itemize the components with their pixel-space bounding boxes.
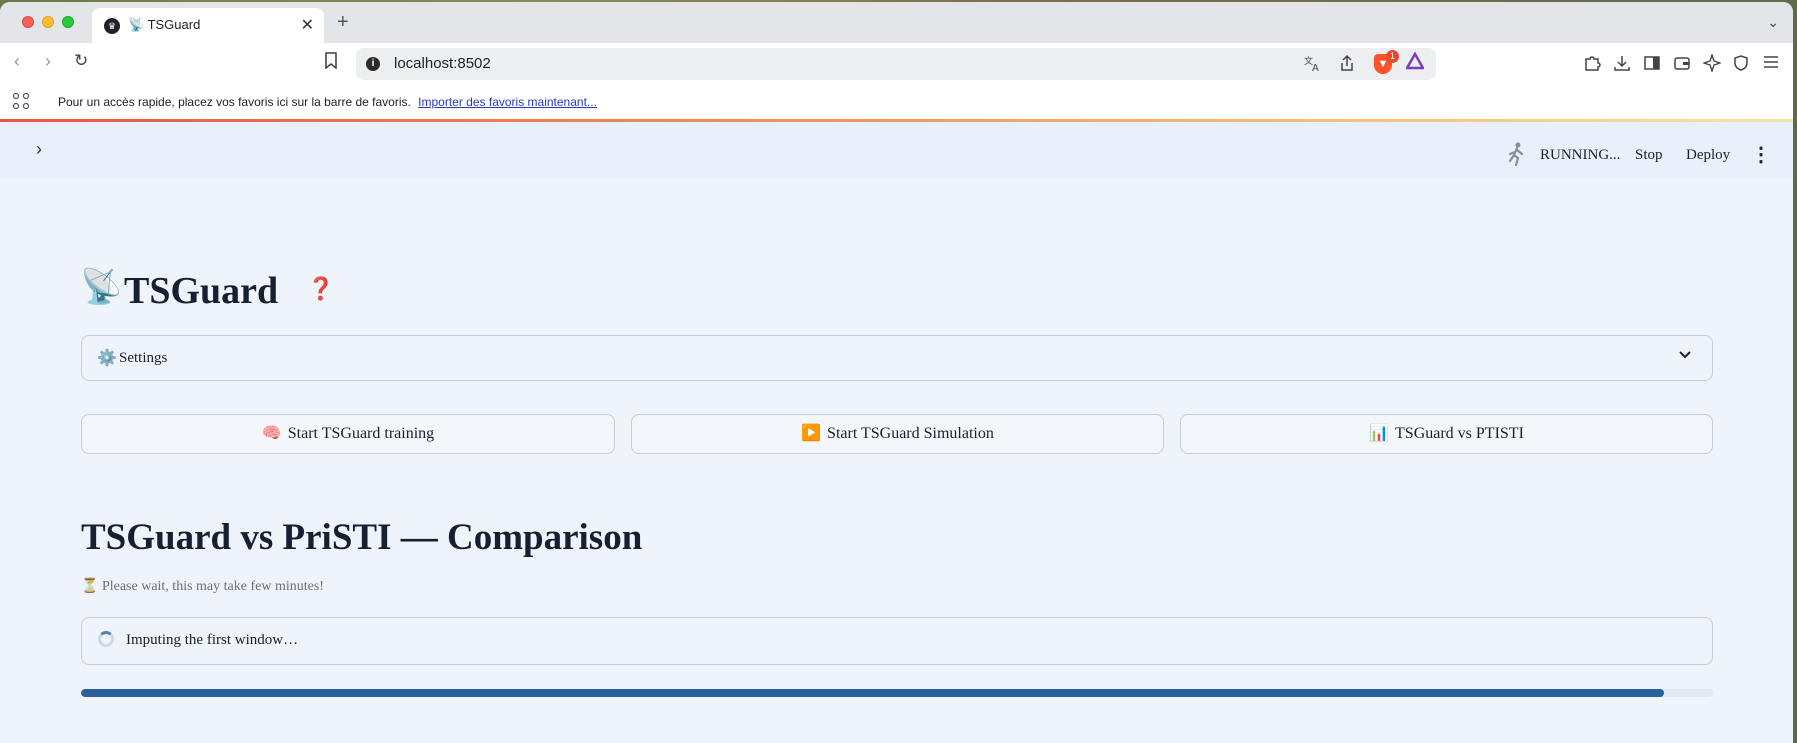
bookmarks-message: Pour un accès rapide, placez vos favoris… xyxy=(58,95,597,109)
svg-text:A: A xyxy=(1312,63,1319,72)
start-simulation-label: Start TSGuard Simulation xyxy=(827,425,994,442)
new-tab-button[interactable]: + xyxy=(337,11,349,34)
running-man-icon xyxy=(1506,142,1526,172)
brave-rewards-icon[interactable] xyxy=(1404,51,1426,75)
hamburger-icon[interactable] xyxy=(1762,54,1780,75)
brain-icon: 🧠 xyxy=(261,425,282,442)
sparkle-icon[interactable] xyxy=(1701,52,1723,77)
section-title: TSGuard vs PriSTI — Comparison xyxy=(81,517,643,558)
app-menu-icon[interactable]: ⋮ xyxy=(1751,142,1771,167)
settings-label: Settings xyxy=(119,350,168,366)
translate-icon[interactable]: 文A xyxy=(1304,54,1322,76)
deploy-button[interactable]: Deploy xyxy=(1686,147,1730,164)
browser-window: ♛ 📡 TSGuard ✕ + ⌄ ‹ › ↻ i localhost:8502… xyxy=(0,2,1793,743)
site-info-icon[interactable]: i xyxy=(366,57,380,71)
start-training-button[interactable]: 🧠 Start TSGuard training xyxy=(81,414,615,454)
tab-tsguard[interactable]: ♛ 📡 TSGuard ✕ xyxy=(92,8,324,43)
apps-grid-icon[interactable] xyxy=(12,92,30,115)
import-bookmarks-link[interactable]: Importer des favoris maintenant... xyxy=(418,95,597,109)
browser-toolbar: ‹ › ↻ i localhost:8502 文A ▼ 1 xyxy=(0,43,1793,86)
wait-message: ⏳ Please wait, this may take few minutes… xyxy=(81,578,324,595)
gear-icon: ⚙️ xyxy=(97,350,117,367)
bar-chart-icon: 📊 xyxy=(1369,425,1390,442)
bookmarks-bar: Pour un accès rapide, placez vos favoris… xyxy=(0,86,1793,119)
bookmarks-hint: Pour un accès rapide, placez vos favoris… xyxy=(58,95,411,109)
app-header: › RUNNING... Stop Deploy ⋮ xyxy=(0,122,1793,179)
satellite-icon: 📡 xyxy=(80,268,123,306)
help-icon[interactable]: ❓ xyxy=(307,276,334,302)
progress-bar-fill xyxy=(81,689,1665,697)
play-icon: ▶️ xyxy=(801,425,822,442)
hourglass-icon: ⏳ xyxy=(81,579,99,594)
page-title: TSGuard xyxy=(124,270,279,312)
vpn-icon[interactable] xyxy=(1732,54,1750,77)
share-icon[interactable] xyxy=(1339,54,1355,76)
tab-title: 📡 TSGuard xyxy=(128,17,201,32)
address-bar[interactable]: i localhost:8502 文A ▼ 1 xyxy=(356,48,1436,80)
wait-message-text: Please wait, this may take few minutes! xyxy=(101,579,324,594)
comparison-button[interactable]: 📊 TSGuard vs PTISTI xyxy=(1180,414,1713,454)
stop-button[interactable]: Stop xyxy=(1635,147,1663,164)
url-text[interactable]: localhost:8502 xyxy=(394,55,491,72)
bookmark-icon[interactable] xyxy=(324,52,338,74)
download-icon[interactable] xyxy=(1613,54,1631,77)
sidebar-icon[interactable] xyxy=(1643,54,1661,77)
sidebar-expand-icon[interactable]: › xyxy=(36,139,42,160)
close-window-button[interactable] xyxy=(22,16,34,28)
maximize-window-button[interactable] xyxy=(62,16,74,28)
streamlit-app: › RUNNING... Stop Deploy ⋮ 📡 TSGuard ❓ ⚙… xyxy=(0,122,1793,743)
status-box: Imputing the first window… xyxy=(81,617,1713,665)
forward-button[interactable]: › xyxy=(45,51,51,72)
progress-bar xyxy=(81,689,1713,697)
settings-expander[interactable]: ⚙️ Settings xyxy=(81,335,1713,381)
status-message: Imputing the first window… xyxy=(126,632,299,648)
running-status: RUNNING... xyxy=(1540,147,1621,163)
shield-count-badge: 1 xyxy=(1386,50,1399,63)
wallet-icon[interactable] xyxy=(1673,54,1691,77)
favicon-icon: ♛ xyxy=(104,18,120,34)
start-simulation-button[interactable]: ▶️ Start TSGuard Simulation xyxy=(631,414,1164,454)
tab-list-chevron-icon[interactable]: ⌄ xyxy=(1767,14,1779,31)
reload-button[interactable]: ↻ xyxy=(74,51,88,71)
back-button[interactable]: ‹ xyxy=(14,51,20,72)
tab-strip: ♛ 📡 TSGuard ✕ + ⌄ xyxy=(0,2,1793,43)
start-training-label: Start TSGuard training xyxy=(287,425,435,442)
comparison-label: TSGuard vs PTISTI xyxy=(1395,425,1524,442)
puzzle-icon[interactable] xyxy=(1583,54,1601,77)
close-tab-icon[interactable]: ✕ xyxy=(301,15,314,35)
spinner-icon xyxy=(98,631,114,647)
chevron-down-icon xyxy=(1678,347,1692,363)
minimize-window-button[interactable] xyxy=(42,16,54,28)
